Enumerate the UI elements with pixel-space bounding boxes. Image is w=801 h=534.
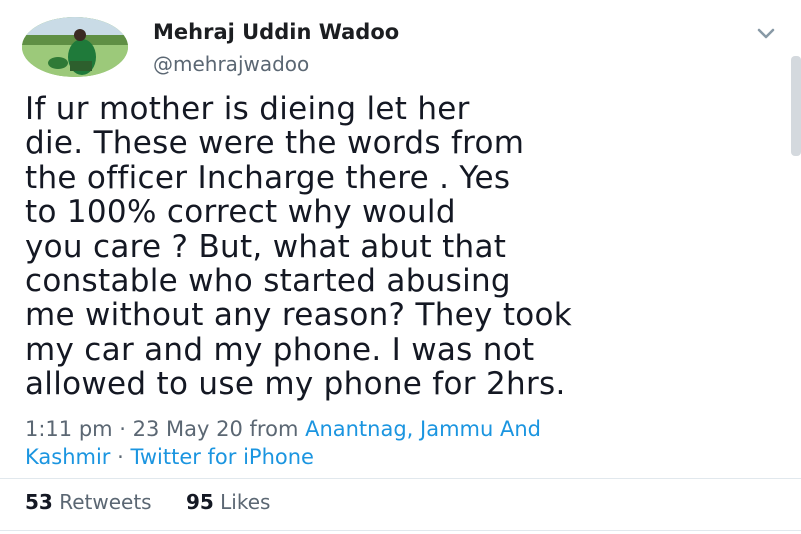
divider — [0, 478, 801, 479]
likes-label: Likes — [220, 490, 271, 514]
tweet-line: you care ? But, what abut that — [25, 228, 507, 265]
location-link-cont[interactable]: Kashmir — [25, 445, 110, 469]
tweet-timestamp[interactable]: 1:11 pm · 23 May 20 from — [25, 417, 305, 441]
tweet-line: If ur mother is dieing let her — [25, 91, 470, 127]
tweet-text: If ur mother is dieing let her die. Thes… — [25, 92, 795, 402]
retweets-stat[interactable]: 53 Retweets — [25, 490, 152, 514]
tweet-line: die. These were the words from — [25, 125, 525, 162]
tweet-line: allowed to use my phone for 2hrs. — [25, 366, 566, 403]
chevron-down-icon[interactable] — [756, 26, 776, 40]
avatar[interactable] — [22, 17, 128, 77]
tweet-line: my car and my phone. I was not — [25, 331, 535, 368]
author-name[interactable]: Mehraj Uddin Wadoo — [153, 20, 399, 44]
tweet-stats: 53 Retweets 95 Likes — [25, 490, 298, 514]
divider — [0, 530, 801, 531]
retweets-count: 53 — [25, 490, 53, 514]
meta-separator: · — [110, 445, 131, 469]
author-handle[interactable]: @mehrajwadoo — [153, 52, 309, 76]
source-link[interactable]: Twitter for iPhone — [130, 445, 314, 469]
tweet-line: to 100% correct why would — [25, 194, 456, 231]
tweet-line: me without any reason? They took — [25, 297, 573, 334]
avatar-photo — [22, 17, 128, 77]
likes-count: 95 — [185, 490, 214, 514]
tweet-line: the officer Incharge there . Yes — [25, 159, 511, 196]
tweet-line: constable who started abusing — [25, 263, 511, 300]
likes-stat[interactable]: 95 Likes — [186, 490, 271, 514]
location-link[interactable]: Anantnag, Jammu And — [305, 417, 541, 441]
retweets-label: Retweets — [59, 490, 152, 514]
tweet-meta: 1:11 pm · 23 May 20 from Anantnag, Jammu… — [25, 415, 795, 471]
